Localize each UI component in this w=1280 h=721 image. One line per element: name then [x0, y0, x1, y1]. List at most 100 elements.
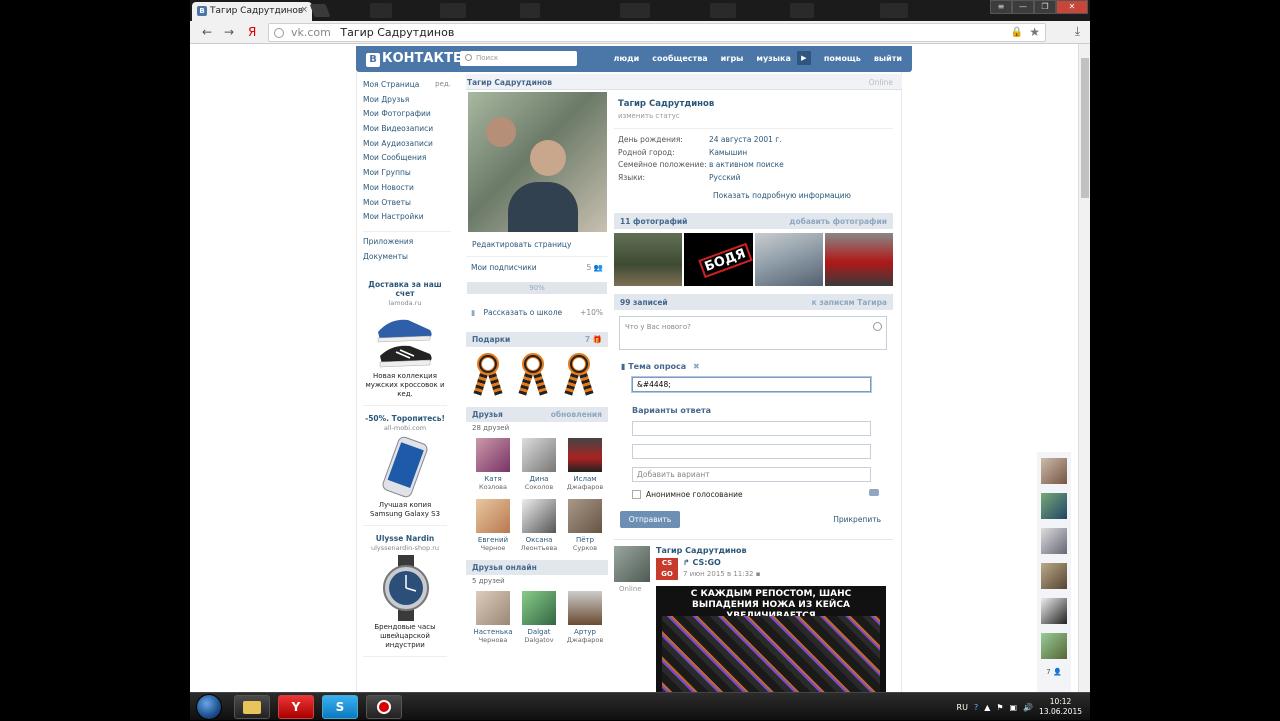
info-value[interactable]: Камышин [709, 148, 747, 161]
nav-people[interactable]: люди [614, 54, 640, 65]
friend-item[interactable]: Ислам Джафаров [562, 438, 608, 491]
play-icon[interactable]: ▶ [796, 51, 811, 65]
minimize-button[interactable]: — [1012, 0, 1034, 14]
photo-thumb[interactable] [824, 232, 893, 286]
csgo-logo[interactable]: CS GO [656, 557, 678, 580]
friend-item[interactable]: Настенька Чернова [470, 591, 516, 644]
search-input[interactable]: Поиск [460, 51, 577, 66]
friend-item[interactable]: Дина Соколов [516, 438, 562, 491]
school-link[interactable]: ▮ Рассказать о школе +10% [466, 302, 608, 324]
edit-page-link[interactable]: Редактировать страницу [466, 232, 608, 256]
friend-item[interactable]: Артур Джафаров [562, 591, 608, 644]
info-value[interactable]: в активном поиске [709, 160, 784, 173]
friends-updates-link[interactable]: обновления [551, 410, 602, 419]
change-status-link[interactable]: изменить статус [614, 109, 893, 128]
info-value[interactable]: Русский [709, 173, 741, 186]
gifts-header[interactable]: Подарки 7 🎁 [466, 332, 608, 347]
post-author-avatar[interactable] [614, 545, 650, 582]
sidebar-item-settings[interactable]: Мои Настройки [363, 212, 451, 227]
poll-topic-input[interactable]: &#4448; [632, 376, 871, 392]
language-indicator[interactable]: RU [957, 703, 968, 712]
chat-avatar[interactable] [1041, 563, 1067, 589]
friend-item[interactable]: Dalgat Dalgatov [516, 591, 562, 644]
chat-avatar[interactable] [1041, 598, 1067, 624]
nav-communities[interactable]: сообщества [652, 54, 707, 65]
add-variant-input[interactable]: Добавить вариант [632, 466, 871, 482]
sidebar-item-groups[interactable]: Мои Группы [363, 168, 451, 183]
maximize-button[interactable]: ❐ [1034, 0, 1056, 14]
yandex-browser-icon[interactable]: Y [278, 695, 314, 719]
flag-icon[interactable]: ⚑ [996, 703, 1003, 712]
sidebar-item-friends[interactable]: Мои Друзья [363, 95, 451, 110]
profile-avatar[interactable] [468, 92, 607, 232]
url-field[interactable]: vk.com Тагир Садрутдинов 🔒 ★ [268, 23, 1046, 42]
chat-count[interactable]: 7 👤 [1041, 668, 1067, 676]
friend-item[interactable]: Евгений Черное [470, 499, 516, 552]
nav-games[interactable]: игры [721, 54, 744, 65]
ad-block[interactable]: Ulysse Nardin ulyssenardin-shop.ru Бренд… [363, 534, 447, 657]
ad-block[interactable]: Доставка за наш счет lamoda.ru Новая кол… [363, 280, 447, 406]
sidebar-item-audio[interactable]: Мои Аудиозаписи [363, 139, 451, 154]
yandex-icon[interactable]: Я [248, 25, 256, 39]
start-button[interactable] [196, 694, 222, 720]
clock[interactable]: 10:12 13.06.2015 [1039, 697, 1082, 717]
poll-variant-input[interactable] [632, 443, 871, 459]
download-icon[interactable]: ⤓ [1075, 24, 1080, 39]
st-george-ribbon-icon[interactable] [563, 353, 594, 396]
record-icon[interactable] [366, 695, 402, 719]
st-george-ribbon-icon[interactable] [517, 353, 548, 396]
send-button[interactable]: Отправить [620, 510, 680, 528]
explorer-icon[interactable] [234, 695, 270, 719]
friend-item[interactable]: Пётр Сурков [562, 499, 608, 552]
poll-variant-input[interactable] [632, 420, 871, 436]
volume-icon[interactable]: 🔊 [1023, 703, 1033, 712]
anonymous-checkbox[interactable] [632, 489, 641, 499]
skype-icon[interactable]: S [322, 695, 358, 719]
chat-avatar[interactable] [1041, 493, 1067, 519]
wall-link[interactable]: к записям Тагира [812, 298, 887, 307]
photo-thumb[interactable] [684, 232, 753, 286]
post-date[interactable]: 7 июн 2015 в 11:32 ▪ [683, 570, 760, 578]
attach-link[interactable]: Прикрепить [833, 515, 881, 524]
sidebar-item-videos[interactable]: Мои Видеозаписи [363, 124, 451, 139]
camera-icon[interactable] [869, 488, 879, 496]
friend-item[interactable]: Катя Козлова [470, 438, 516, 491]
page-scrollbar[interactable] [1078, 44, 1090, 692]
sidebar-item-documents[interactable]: Документы [363, 252, 451, 267]
info-value[interactable]: 24 августа 2001 г. [709, 135, 782, 148]
close-window-button[interactable]: ✕ [1056, 0, 1088, 14]
smile-icon[interactable] [873, 321, 882, 331]
edit-link[interactable]: ред. [435, 80, 451, 88]
new-post-field[interactable]: Что у Вас нового? [619, 315, 887, 350]
show-more-info-link[interactable]: Показать подробную информацию [614, 186, 893, 200]
sidebar-item-apps[interactable]: Приложения [363, 237, 451, 252]
remove-poll-icon[interactable]: ✖ [693, 362, 700, 371]
anonymous-vote-row[interactable]: Анонимное голосование [620, 482, 893, 499]
tab-vk[interactable]: В Тагир Садрутдинов × [192, 2, 312, 21]
nav-logout[interactable]: выйти [874, 54, 902, 65]
sidebar-item-photos[interactable]: Мои Фотографии [363, 109, 451, 124]
post-image[interactable]: С КАЖДЫМ РЕПОСТОМ, ШАНС ВЫПАДЕНИЯ НОЖА И… [656, 585, 886, 692]
page-info-icon[interactable] [274, 28, 284, 38]
friend-item[interactable]: Оксана Леонтьева [516, 499, 562, 552]
forward-button[interactable]: → [224, 25, 234, 39]
photo-thumb[interactable] [754, 232, 823, 286]
friends-header[interactable]: Друзья обновления [466, 407, 608, 422]
bookmark-star-icon[interactable]: ★ [1029, 25, 1040, 39]
network-icon[interactable]: ▣ [1010, 703, 1018, 712]
photos-header[interactable]: 11 фотографий добавить фотографии [614, 212, 893, 229]
post-author-name[interactable]: Тагир Садрутдинов [656, 546, 747, 555]
vk-logo[interactable]: В КОНТАКТЕ [366, 51, 462, 67]
followers-link[interactable]: Мои подписчики 5 👥 [466, 256, 608, 278]
repost-group-name[interactable]: ↱ CS:GO [683, 558, 760, 567]
sidebar-item-answers[interactable]: Мои Ответы [363, 198, 451, 213]
help-icon[interactable]: ? [974, 703, 978, 712]
friends-online-header[interactable]: Друзья онлайн [466, 560, 608, 575]
tab-close-icon[interactable]: × [300, 5, 308, 15]
back-button[interactable]: ← [202, 25, 212, 39]
add-photos-link[interactable]: добавить фотографии [789, 217, 887, 226]
ad-block[interactable]: -50%. Торопитесь! all-mobi.com Лучшая ко… [363, 414, 447, 526]
st-george-ribbon-icon[interactable] [472, 353, 503, 396]
menu-icon[interactable]: ≡ [990, 0, 1012, 14]
photo-thumb[interactable] [614, 232, 683, 286]
